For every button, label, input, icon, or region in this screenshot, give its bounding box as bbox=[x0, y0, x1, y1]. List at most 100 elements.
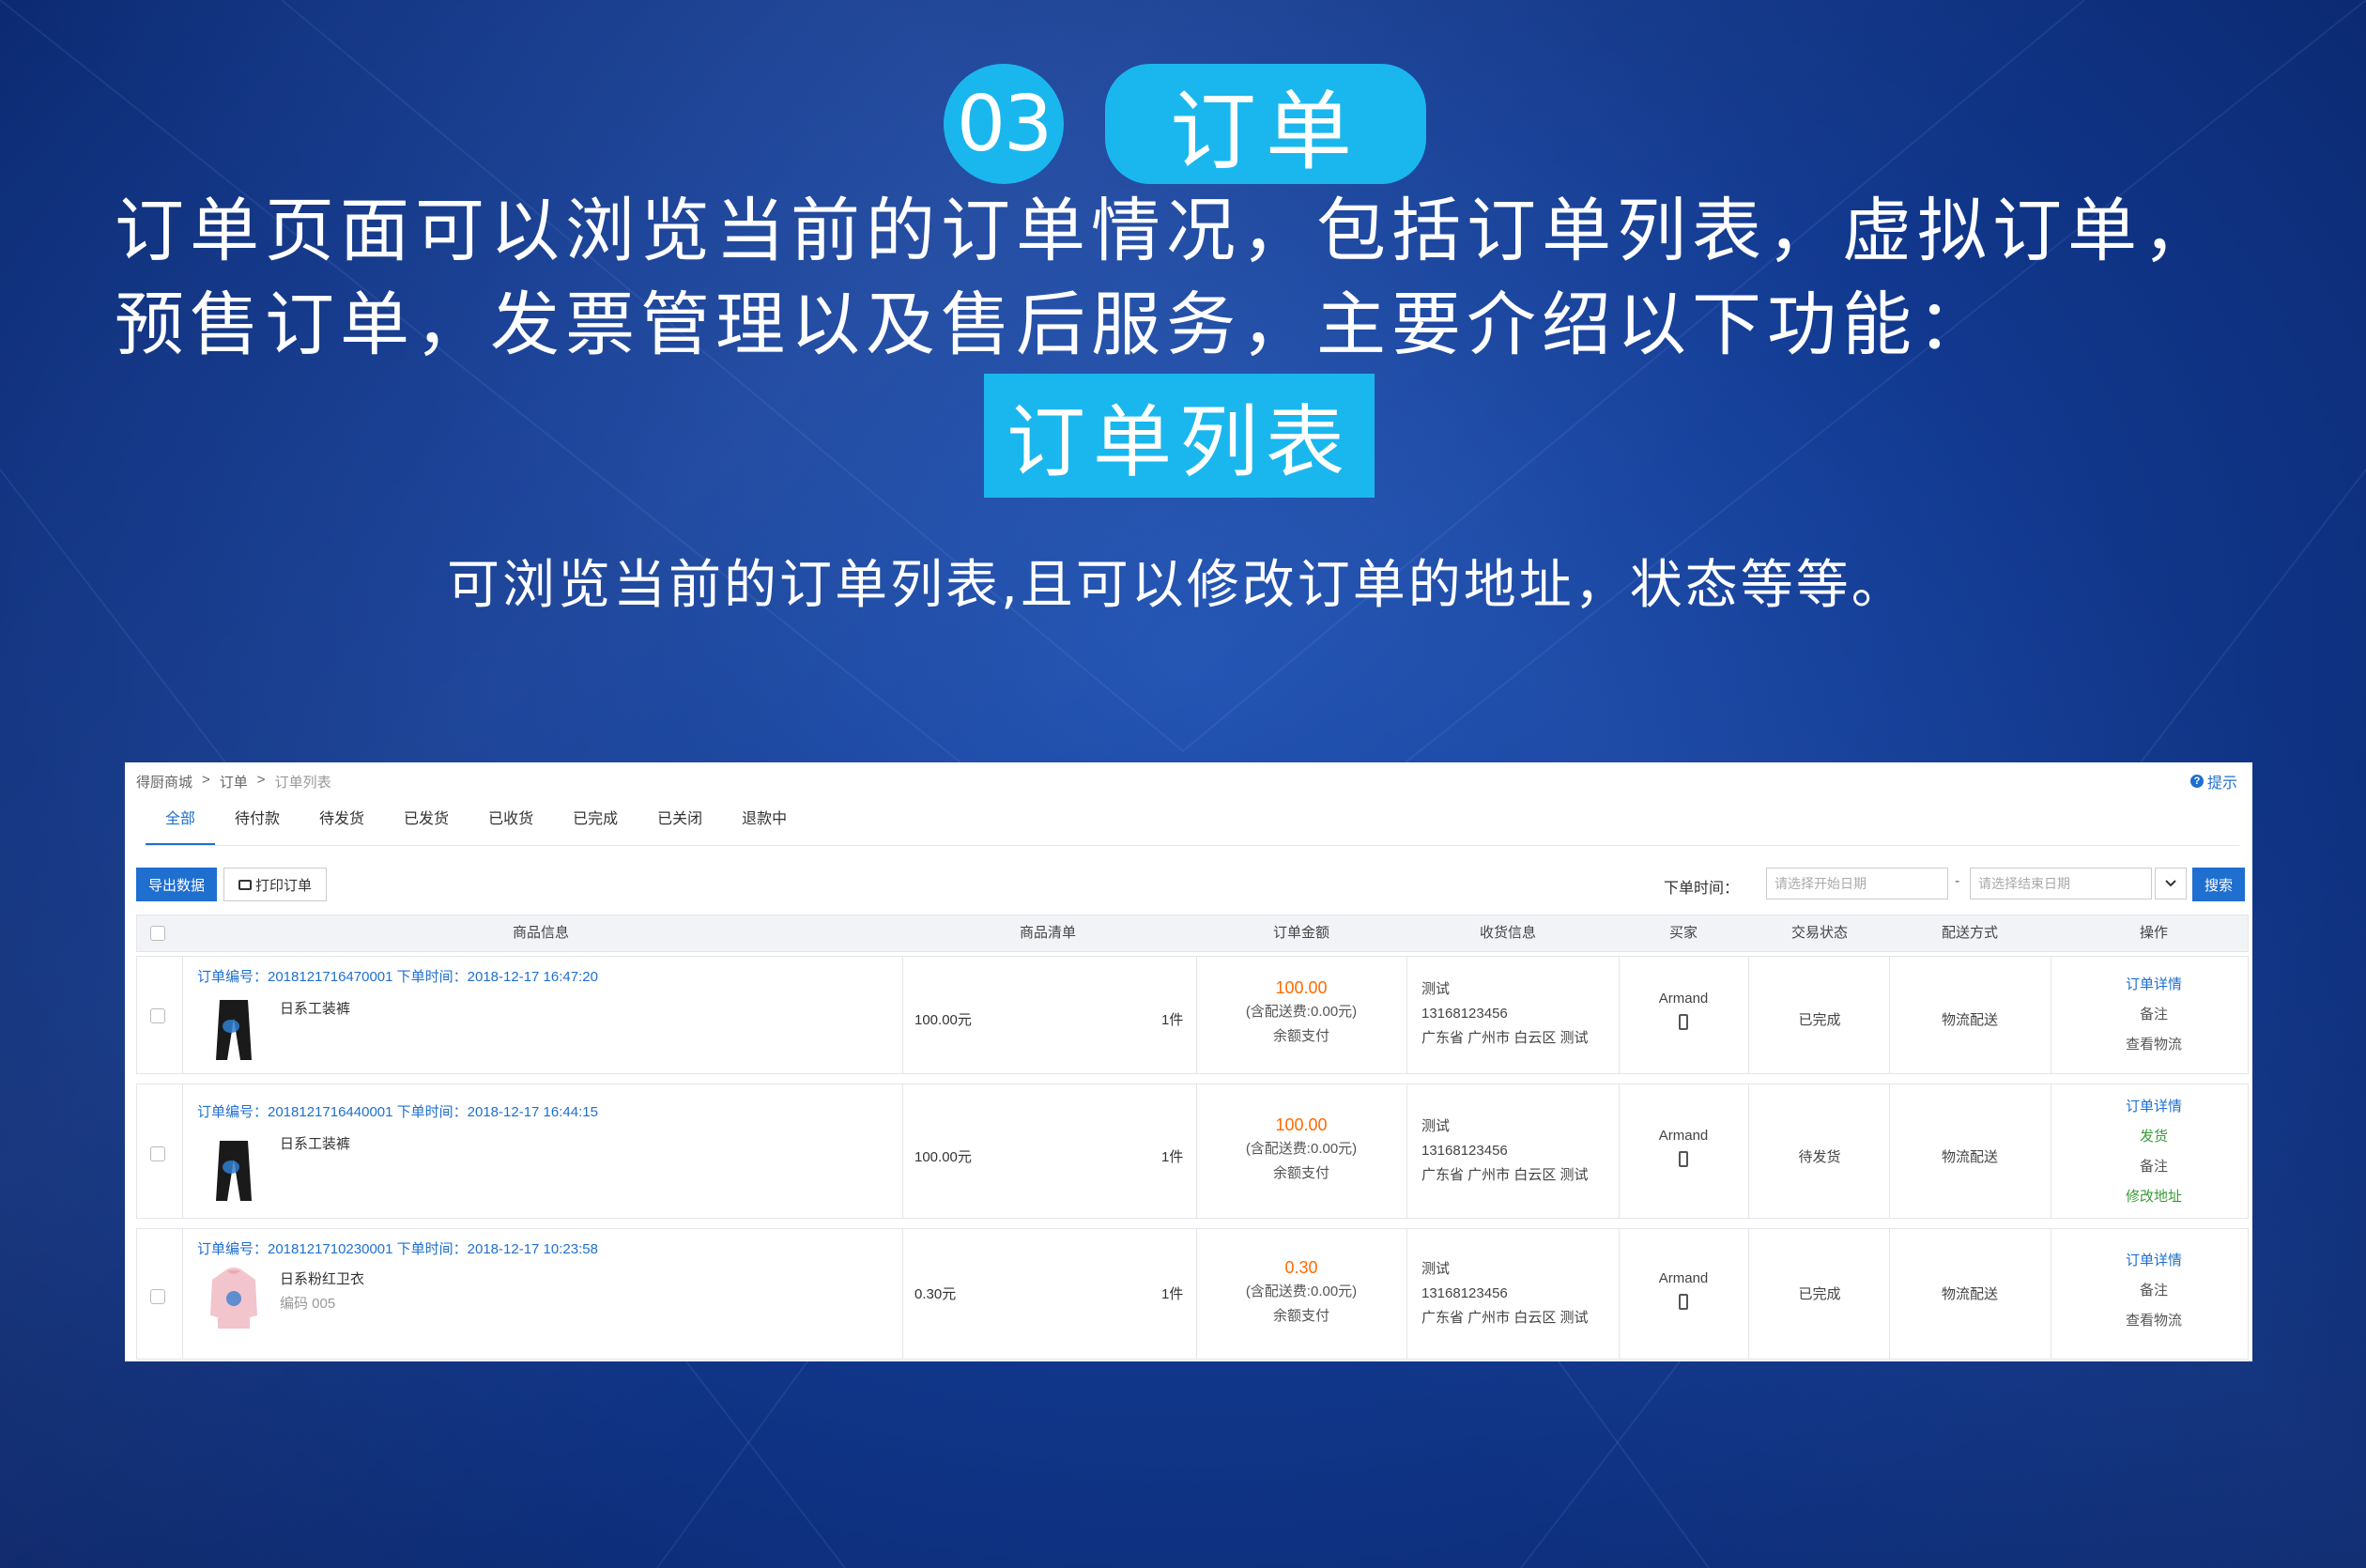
tip-label: 提示 bbox=[2206, 776, 2237, 792]
order-row: 订单编号：2018121716440001 下单时间：2018-12-17 16… bbox=[136, 1084, 2249, 1219]
order-time-label: 下单时间： bbox=[1664, 881, 1740, 897]
toolbar: 导出数据 打印订单 下单时间： 请选择开始日期 - 请选择结束日期 搜索 bbox=[136, 866, 2249, 901]
breadcrumb-home[interactable]: 得厨商城 bbox=[136, 772, 192, 792]
receiver-address: 广东省 广州市 白云区 测试 bbox=[1421, 1030, 1589, 1046]
export-data-button[interactable]: 导出数据 bbox=[136, 868, 217, 901]
print-orders-label: 打印订单 bbox=[254, 877, 312, 894]
tab-refunding[interactable]: 退款中 bbox=[722, 804, 807, 845]
printer-icon bbox=[238, 879, 252, 890]
buyer-name: Armand bbox=[1658, 1270, 1709, 1286]
receiver-name: 测试 bbox=[1421, 1118, 1451, 1134]
product-price: 100.00元 bbox=[914, 1012, 972, 1028]
col-order-amount: 订单金额 bbox=[1272, 925, 1329, 941]
question-icon: ? bbox=[2189, 775, 2204, 788]
intro-paragraph: 订单页面可以浏览当前的订单情况，包括订单列表，虚拟订单，预售订单，发票管理以及售… bbox=[115, 191, 2218, 365]
product-name[interactable]: 日系工装裤 bbox=[280, 1133, 350, 1153]
payment-method: 余额支付 bbox=[1272, 1028, 1329, 1044]
breadcrumb-current: 订单列表 bbox=[274, 775, 331, 791]
product-quantity: 1件 bbox=[1161, 1012, 1184, 1028]
order-list-screenshot: 得厨商城 > 订单 > 订单列表 ? 提示 全部 待付款 待发货 已发货 已收货… bbox=[125, 762, 2252, 1361]
view-logistics-link[interactable]: 查看物流 bbox=[2060, 1306, 2248, 1336]
tip-link[interactable]: ? 提示 bbox=[2189, 770, 2237, 792]
col-receiver: 收货信息 bbox=[1479, 925, 1536, 941]
remark-link[interactable]: 备注 bbox=[2060, 1152, 2248, 1182]
mobile-icon bbox=[1679, 1151, 1688, 1167]
order-detail-link[interactable]: 订单详情 bbox=[2060, 970, 2248, 1000]
col-buyer: 买家 bbox=[1668, 925, 1698, 941]
tab-closed[interactable]: 已关闭 bbox=[638, 804, 722, 845]
product-name[interactable]: 日系粉红卫衣 bbox=[280, 1268, 364, 1288]
start-date-input[interactable]: 请选择开始日期 bbox=[1766, 868, 1948, 899]
print-orders-button[interactable]: 打印订单 bbox=[223, 868, 327, 901]
mobile-icon bbox=[1679, 1294, 1688, 1310]
order-detail-link[interactable]: 订单详情 bbox=[2060, 1092, 2248, 1122]
buyer-cell: Armand bbox=[1628, 1128, 1739, 1171]
view-logistics-link[interactable]: 查看物流 bbox=[2060, 1030, 2248, 1060]
product-quantity: 1件 bbox=[1161, 1149, 1184, 1165]
tab-all[interactable]: 全部 bbox=[146, 804, 216, 845]
receiver-phone: 13168123456 bbox=[1421, 1006, 1508, 1022]
order-checkbox[interactable] bbox=[150, 1289, 165, 1304]
breadcrumb: 得厨商城 > 订单 > 订单列表 bbox=[136, 772, 331, 792]
end-date-input[interactable]: 请选择结束日期 bbox=[1970, 868, 2152, 899]
shipping-fee: (含配送费:0.00元) bbox=[1245, 1004, 1358, 1020]
product-name[interactable]: 日系工装裤 bbox=[280, 998, 350, 1018]
section-title: 订单 bbox=[1105, 64, 1426, 184]
order-amount: 100.00 (含配送费:0.00元) 余额支付 bbox=[1198, 976, 1405, 1049]
payment-method: 余额支付 bbox=[1272, 1308, 1329, 1324]
breadcrumb-orders[interactable]: 订单 bbox=[220, 772, 248, 792]
table-header: 商品信息 商品清单 订单金额 收货信息 买家 交易状态 配送方式 操作 bbox=[136, 915, 2249, 952]
remark-link[interactable]: 备注 bbox=[2060, 1276, 2248, 1306]
delivery-method: 物流配送 bbox=[1941, 1012, 1998, 1028]
receiver-address: 广东省 广州市 白云区 测试 bbox=[1421, 1310, 1589, 1326]
receiver-address: 广东省 广州市 白云区 测试 bbox=[1421, 1167, 1589, 1183]
shipping-fee: (含配送费:0.00元) bbox=[1245, 1141, 1358, 1157]
select-all-checkbox[interactable] bbox=[150, 926, 165, 941]
trade-status: 已完成 bbox=[1798, 1286, 1841, 1302]
order-status-tabs: 全部 待付款 待发货 已发货 已收货 已完成 已关闭 退款中 bbox=[146, 804, 2239, 846]
receiver-name: 测试 bbox=[1421, 981, 1451, 997]
order-checkbox[interactable] bbox=[150, 1008, 165, 1023]
col-product-info: 商品信息 bbox=[512, 925, 569, 941]
date-dropdown-toggle[interactable] bbox=[2155, 868, 2187, 899]
tab-pending-payment[interactable]: 待付款 bbox=[215, 804, 300, 845]
order-amount: 0.30 (含配送费:0.00元) 余额支付 bbox=[1198, 1255, 1405, 1329]
tab-pending-shipment[interactable]: 待发货 bbox=[300, 804, 384, 845]
order-checkbox[interactable] bbox=[150, 1146, 165, 1161]
ship-order-link[interactable]: 发货 bbox=[2060, 1122, 2248, 1152]
receiver-phone: 13168123456 bbox=[1421, 1285, 1508, 1301]
pants-thumbnail bbox=[216, 1000, 252, 1060]
receiver-info: 测试 13168123456 广东省 广州市 白云区 测试 bbox=[1421, 1257, 1589, 1330]
buyer-name: Armand bbox=[1658, 991, 1709, 1007]
amount-value: 100.00 bbox=[1275, 1115, 1328, 1134]
delivery-method: 物流配送 bbox=[1941, 1149, 1998, 1165]
edit-address-link[interactable]: 修改地址 bbox=[2060, 1182, 2248, 1212]
order-header[interactable]: 订单编号：2018121716470001 下单时间：2018-12-17 16… bbox=[197, 966, 598, 986]
product-quantity: 1件 bbox=[1161, 1286, 1184, 1302]
breadcrumb-separator: > bbox=[202, 772, 210, 788]
order-detail-link[interactable]: 订单详情 bbox=[2060, 1246, 2248, 1276]
order-header[interactable]: 订单编号：2018121710230001 下单时间：2018-12-17 10… bbox=[197, 1238, 598, 1258]
tab-shipped[interactable]: 已发货 bbox=[384, 804, 469, 845]
product-code: 编码 005 bbox=[280, 1296, 336, 1312]
receiver-name: 测试 bbox=[1421, 1261, 1451, 1277]
remark-link[interactable]: 备注 bbox=[2060, 1000, 2248, 1030]
product-price: 0.30元 bbox=[914, 1286, 957, 1302]
col-actions: 操作 bbox=[2139, 925, 2168, 941]
col-status: 交易状态 bbox=[1790, 925, 1848, 941]
product-price: 100.00元 bbox=[914, 1149, 972, 1165]
buyer-cell: Armand bbox=[1628, 1270, 1739, 1314]
receiver-info: 测试 13168123456 广东省 广州市 白云区 测试 bbox=[1421, 1115, 1589, 1188]
col-delivery: 配送方式 bbox=[1941, 925, 1998, 941]
receiver-info: 测试 13168123456 广东省 广州市 白云区 测试 bbox=[1421, 977, 1589, 1051]
heading-badge-row: 03 订单 bbox=[944, 64, 1426, 184]
search-button[interactable]: 搜索 bbox=[2192, 868, 2245, 901]
trade-status: 已完成 bbox=[1798, 1012, 1841, 1028]
tab-received[interactable]: 已收货 bbox=[469, 804, 553, 845]
delivery-method: 物流配送 bbox=[1941, 1286, 1998, 1302]
buyer-name: Armand bbox=[1658, 1128, 1709, 1144]
breadcrumb-separator: > bbox=[256, 772, 266, 788]
tab-completed[interactable]: 已完成 bbox=[553, 804, 638, 845]
order-header[interactable]: 订单编号：2018121716440001 下单时间：2018-12-17 16… bbox=[197, 1101, 598, 1121]
payment-method: 余额支付 bbox=[1272, 1165, 1329, 1181]
